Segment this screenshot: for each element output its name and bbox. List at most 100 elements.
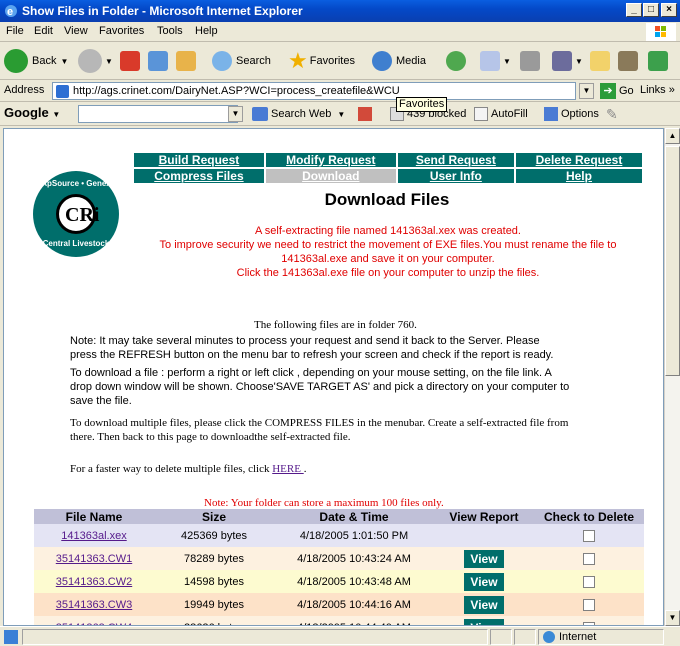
nav-modify-request[interactable]: Modify Request [265, 153, 396, 167]
scroll-up-button[interactable]: ▲ [665, 128, 680, 144]
scroll-down-button[interactable]: ▼ [665, 610, 680, 626]
delete-line: For a faster way to delete multiple file… [70, 463, 307, 475]
file-size: 14598 bytes [184, 575, 244, 588]
autofill-button[interactable]: AutoFill [474, 106, 528, 122]
file-link[interactable]: 141363al.xex [61, 530, 126, 542]
col-file-name: File Name [34, 509, 154, 524]
history-button[interactable] [446, 47, 466, 75]
maximize-button[interactable]: □ [643, 3, 659, 17]
close-button[interactable]: × [661, 3, 677, 17]
menu-tools[interactable]: Tools [157, 25, 183, 37]
file-date: 4/18/2005 10:43:48 AM [297, 575, 411, 588]
minimize-button[interactable]: _ [626, 3, 642, 17]
title-bar: e Show Files in Folder - Microsoft Inter… [0, 0, 680, 22]
nav-compress-files[interactable]: Compress Files [134, 169, 264, 183]
highlight-button[interactable]: ✎ [606, 106, 618, 122]
view-report-button[interactable]: View [464, 618, 504, 625]
file-link[interactable]: 35141363.CW1 [56, 553, 132, 565]
nav-user-info[interactable]: User Info [397, 169, 514, 183]
view-report-button[interactable]: View [464, 549, 504, 568]
research-button[interactable] [618, 47, 638, 75]
nav-download[interactable]: Download [265, 169, 396, 183]
messenger-icon [648, 51, 668, 71]
file-row: 35141363.CW428626 bytes4/18/2005 10:44:4… [34, 616, 644, 626]
nav-delete-request[interactable]: Delete Request [515, 153, 642, 167]
menu-help[interactable]: Help [195, 25, 218, 37]
back-button[interactable]: Back ▼ [4, 47, 68, 75]
folder-button[interactable] [590, 47, 610, 75]
vertical-scrollbar[interactable]: ▲ ▼ [664, 128, 680, 626]
folder-icon [590, 51, 610, 71]
scroll-thumb[interactable] [665, 146, 680, 376]
view-report-button[interactable]: View [464, 572, 504, 591]
links-button[interactable]: Links » [640, 84, 675, 96]
created-message: A self-extracting file named 141363al.xe… [255, 225, 521, 237]
file-date: 4/18/2005 10:44:16 AM [297, 598, 411, 611]
multi-line-2: there. Then back to this page to downloa… [70, 431, 351, 443]
address-bar: Address http://ags.crinet.com/DairyNet.A… [0, 80, 680, 102]
options-icon [544, 107, 558, 121]
download-line-1: To download a file : perform a right or … [70, 367, 552, 379]
file-size: 19949 bytes [184, 598, 244, 611]
ie-logo-icon: e [5, 5, 17, 18]
history-icon [446, 51, 466, 71]
home-icon [176, 51, 196, 71]
download-line-3: save the file. [70, 395, 132, 407]
file-link[interactable]: 35141363.CW3 [56, 599, 132, 611]
page-info-icon [358, 107, 372, 121]
print-icon [520, 51, 540, 71]
file-date: 4/18/2005 10:44:40 AM [274, 616, 434, 626]
stop-button[interactable] [120, 47, 140, 75]
go-button[interactable]: ➔ Go [600, 83, 634, 99]
file-row: 35141363.CW3 19949 bytes 4/18/2005 10:44:1… [34, 593, 644, 616]
edit-button[interactable]: ▼ [552, 47, 583, 75]
menu-view[interactable]: View [64, 25, 88, 37]
search-web-button[interactable]: Search Web ▼ [252, 106, 345, 122]
nav-menu: Build Request Modify Request Send Reques… [132, 151, 644, 185]
file-size: 425369 bytes [180, 529, 248, 542]
search-button[interactable]: Search [212, 47, 271, 75]
menu-bar: File Edit View Favorites Tools Help [0, 22, 680, 42]
address-dropdown-button[interactable]: ▼ [579, 83, 594, 99]
delete-checkbox[interactable] [583, 575, 595, 588]
address-input[interactable]: http://ags.crinet.com/DairyNet.ASP?WCI=p… [52, 82, 576, 100]
file-link[interactable]: 35141363.CW2 [56, 576, 132, 588]
nav-help[interactable]: Help [515, 169, 642, 183]
google-toolbar: Google ▼ ▼ Search Web ▼ 439 blocked Auto… [0, 102, 680, 126]
mail-icon [480, 51, 500, 71]
page-icon [56, 85, 69, 98]
view-report-button[interactable]: View [464, 595, 504, 614]
menu-file[interactable]: File [6, 25, 24, 37]
file-date: 4/18/2005 1:01:50 PM [299, 529, 409, 542]
security-zone: Internet [538, 629, 664, 645]
google-search-input[interactable] [78, 105, 238, 123]
files-table: File Name Size Date & Time View Report C… [34, 509, 644, 626]
print-button[interactable] [520, 47, 540, 75]
menu-edit[interactable]: Edit [34, 25, 53, 37]
delete-checkbox[interactable] [583, 529, 595, 542]
pencil-icon: ✎ [606, 105, 618, 122]
delete-here-link[interactable]: HERE [272, 463, 303, 475]
google-dropdown-button[interactable]: ▼ [228, 106, 243, 122]
nav-send-request[interactable]: Send Request [397, 153, 514, 167]
google-logo-button[interactable]: Google ▼ [4, 105, 60, 120]
forward-button[interactable]: ▼ [78, 47, 113, 75]
page-info-button[interactable] [358, 106, 372, 122]
windows-flag-icon [646, 23, 676, 41]
nav-build-request[interactable]: Build Request [134, 153, 264, 167]
refresh-button[interactable] [148, 47, 168, 75]
delete-checkbox[interactable] [583, 552, 595, 565]
mail-button[interactable]: ▼ [480, 47, 511, 75]
media-button[interactable]: Media [372, 47, 426, 75]
options-button[interactable]: Options [544, 106, 599, 122]
file-size: 78289 bytes [184, 552, 244, 565]
favorites-button[interactable]: ★ Favorites [288, 47, 355, 75]
star-icon: ★ [288, 48, 308, 73]
home-button[interactable] [176, 47, 196, 75]
file-row: 35141363.CW2 14598 bytes 4/18/2005 10:43:4… [34, 570, 644, 593]
delete-checkbox[interactable] [583, 598, 595, 611]
messenger-button[interactable] [648, 47, 668, 75]
security-message: To improve security we need to restrict … [159, 239, 617, 251]
menu-favorites[interactable]: Favorites [99, 25, 144, 37]
note-line-1: Note: It may take several minutes to pro… [70, 335, 540, 347]
